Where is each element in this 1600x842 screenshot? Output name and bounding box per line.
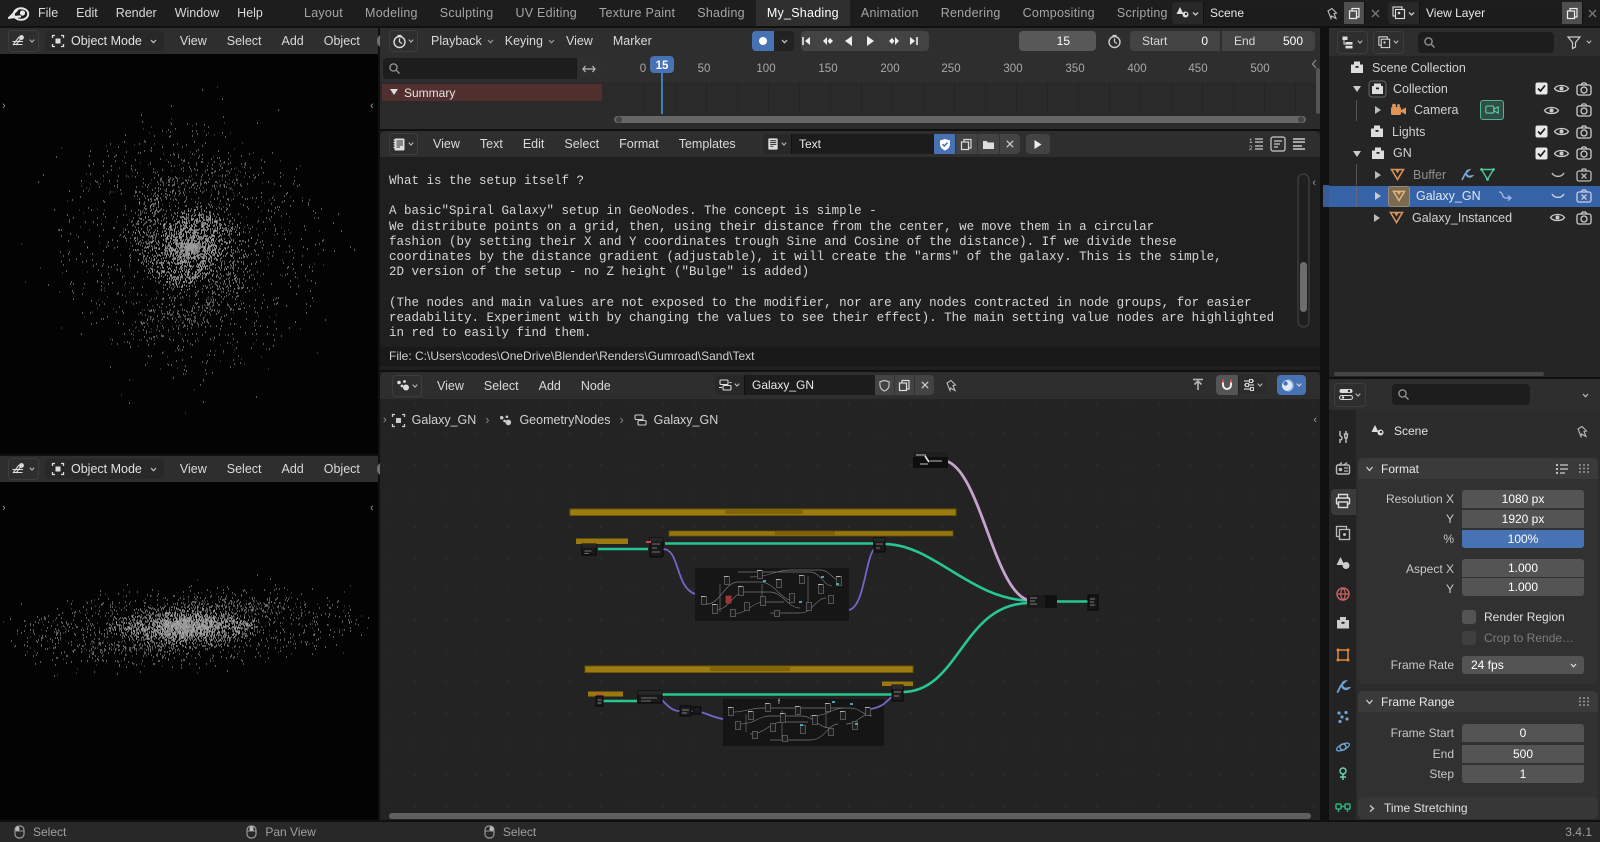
svg-text:100: 100 — [756, 63, 775, 75]
svg-text:150: 150 — [818, 63, 837, 75]
svg-text:300: 300 — [1003, 63, 1022, 75]
svg-text:200: 200 — [880, 63, 899, 75]
svg-text:2: 2 — [1249, 145, 1253, 152]
svg-text:250: 250 — [941, 63, 960, 75]
svg-text:500: 500 — [1250, 63, 1269, 75]
svg-text:f: f — [778, 699, 780, 706]
svg-text:400: 400 — [1127, 63, 1146, 75]
svg-text:1: 1 — [1249, 138, 1253, 145]
svg-text:50: 50 — [698, 63, 711, 75]
svg-text:350: 350 — [1065, 63, 1084, 75]
svg-text:450: 450 — [1188, 63, 1207, 75]
svg-text:15: 15 — [656, 60, 669, 72]
svg-text:Summary: Summary — [404, 86, 455, 100]
svg-text:0: 0 — [640, 63, 646, 75]
